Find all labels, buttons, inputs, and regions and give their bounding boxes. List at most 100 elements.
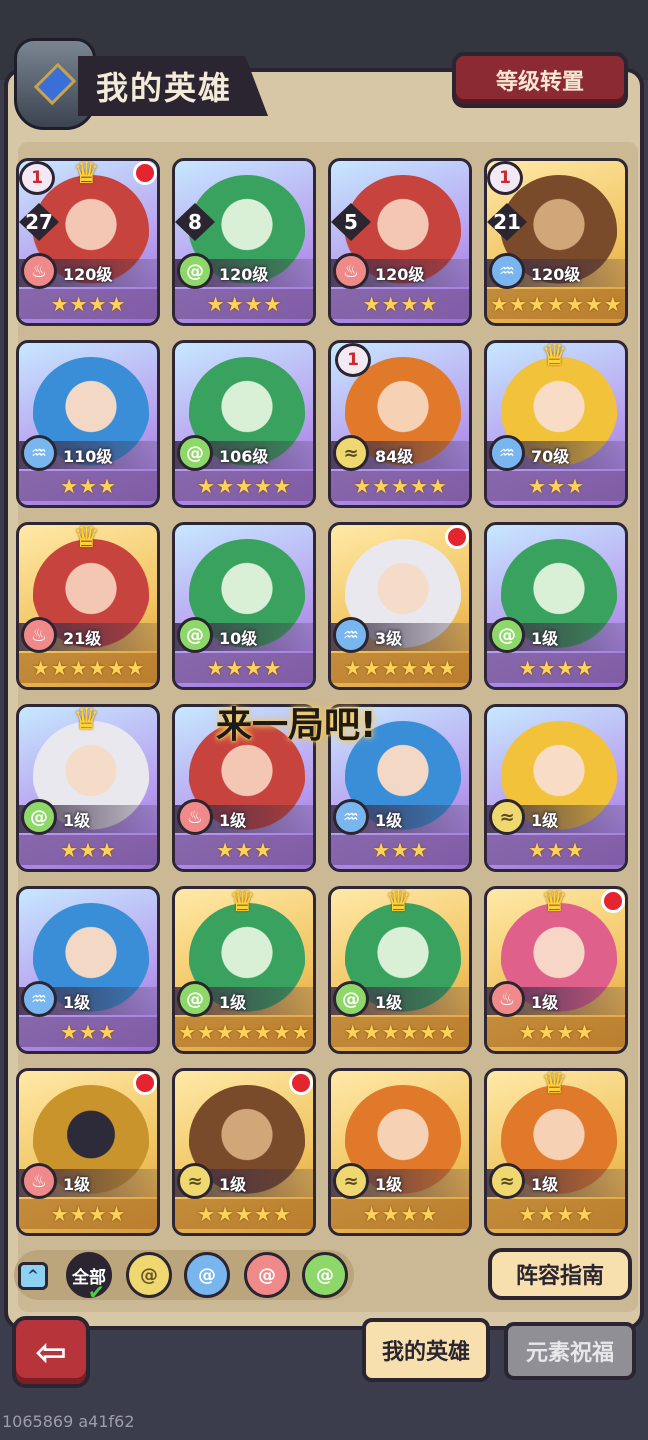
earth-element-icon: ≈	[489, 799, 525, 835]
star-rating: ★ ★ ★ ★	[19, 1199, 157, 1229]
star-icon: ★	[528, 838, 547, 862]
star-icon: ★	[97, 474, 116, 498]
hero-level: 1级	[219, 811, 247, 830]
star-icon: ★	[263, 656, 282, 680]
hero-level: 1级	[375, 993, 403, 1012]
star-icon: ★	[31, 656, 50, 680]
hero-card[interactable]: ♒ 3级 ★ ★ ★ ★ ★ ★	[328, 522, 472, 690]
tab-element-blessing[interactable]: 元素祝福	[504, 1322, 636, 1380]
star-icon: ★	[575, 656, 594, 680]
hero-card[interactable]: ♛ @1级 ★ ★ ★ ★ ★ ★	[328, 886, 472, 1054]
star-rating: ★ ★ ★ ★ ★ ★ ★	[175, 1017, 313, 1047]
filter-wind-button[interactable]: @	[302, 1252, 348, 1298]
crown-icon: ♛	[541, 1068, 568, 1101]
star-icon: ★	[556, 656, 575, 680]
star-icon: ★	[565, 838, 584, 862]
hero-card[interactable]: 1 21 ♒ 120级 ★ ★ ★ ★ ★ ★ ★	[484, 158, 628, 326]
fire-element-icon: ♨	[489, 981, 525, 1017]
star-icon: ★	[244, 292, 263, 316]
build-id-text: 1065869 a41f62	[2, 1412, 135, 1431]
water-element-icon: ♒	[333, 799, 369, 835]
star-icon: ★	[565, 292, 584, 316]
crown-icon: ♛	[229, 886, 256, 919]
star-icon: ★	[79, 474, 97, 498]
tab-my-heroes[interactable]: 我的英雄	[362, 1318, 490, 1382]
hero-card[interactable]: 5 ♨ 120级 ★ ★ ★ ★	[328, 158, 472, 326]
star-icon: ★	[60, 1020, 79, 1044]
star-icon: ★	[272, 1020, 291, 1044]
hero-card[interactable]: ♒ 110级 ★ ★ ★	[16, 340, 160, 508]
star-icon: ★	[253, 474, 272, 498]
star-rating: ★ ★ ★	[19, 835, 157, 865]
hero-card[interactable]: ≈1级 ★ ★ ★ ★ ★	[172, 1068, 316, 1236]
star-icon: ★	[400, 656, 419, 680]
level-transfer-button[interactable]: 等级转置	[452, 52, 628, 108]
star-rating: ★ ★ ★ ★	[19, 289, 157, 319]
hero-card[interactable]: ♛ ♨ 21级 ★ ★ ★ ★ ★ ★	[16, 522, 160, 690]
hero-card[interactable]: @1级 ★ ★ ★ ★	[484, 522, 628, 690]
hero-card[interactable]: ♒ 1级 ★ ★ ★	[16, 886, 160, 1054]
star-icon: ★	[381, 1202, 400, 1226]
crown-icon: ♛	[73, 522, 100, 555]
star-icon: ★	[225, 292, 244, 316]
star-icon: ★	[584, 292, 603, 316]
hero-card[interactable]: ♛ @1级 ★ ★ ★ ★ ★ ★ ★	[172, 886, 316, 1054]
hero-level: 70级	[531, 447, 570, 466]
hero-level: 120级	[375, 265, 425, 284]
play-prompt-text: 来一局吧!	[216, 705, 377, 746]
star-icon: ★	[547, 474, 565, 498]
filter-earth-button[interactable]: @	[126, 1252, 172, 1298]
hero-card[interactable]: 8 @120级 ★ ★ ★ ★	[172, 158, 316, 326]
star-icon: ★	[509, 292, 528, 316]
star-rating: ★ ★ ★ ★	[175, 653, 313, 683]
collapse-toggle-button[interactable]: ^	[18, 1262, 48, 1290]
hero-card[interactable]: ♛ @1级 ★ ★ ★	[16, 704, 160, 872]
notification-dot	[133, 161, 157, 185]
star-icon: ★	[272, 474, 291, 498]
hero-card[interactable]: ≈1级 ★ ★ ★	[484, 704, 628, 872]
hero-card[interactable]: ≈1级 ★ ★ ★ ★	[328, 1068, 472, 1236]
back-button[interactable]: ⇦	[12, 1316, 90, 1388]
star-icon: ★	[528, 292, 547, 316]
star-rating: ★ ★ ★ ★ ★ ★ ★	[487, 289, 625, 319]
filter-fire-button[interactable]: @	[244, 1252, 290, 1298]
hero-card[interactable]: 1 ≈84级 ★ ★ ★ ★ ★	[328, 340, 472, 508]
star-icon: ★	[518, 1202, 537, 1226]
star-icon: ★	[362, 292, 381, 316]
star-rating: ★ ★ ★	[331, 835, 469, 865]
back-arrow-icon: ⇦	[35, 1330, 67, 1374]
star-icon: ★	[107, 656, 126, 680]
star-icon: ★	[400, 1202, 419, 1226]
hero-card[interactable]: ♛ ♨ 1级 ★ ★ ★ ★	[484, 886, 628, 1054]
wind-element-icon: @	[21, 799, 57, 835]
crown-icon: ♛	[73, 704, 100, 737]
star-icon: ★	[235, 1202, 253, 1226]
notification-dot	[133, 1071, 157, 1095]
rank-badge: 1	[335, 343, 371, 377]
star-icon: ★	[537, 656, 556, 680]
hero-card[interactable]: @10级 ★ ★ ★ ★	[172, 522, 316, 690]
water-element-icon: ♒	[489, 253, 525, 289]
star-icon: ★	[438, 1020, 457, 1044]
star-icon: ★	[178, 1020, 197, 1044]
lineup-guide-button[interactable]: 阵容指南	[488, 1248, 632, 1300]
hero-card[interactable]: ♛ ≈1级 ★ ★ ★ ★	[484, 1068, 628, 1236]
star-icon: ★	[197, 1020, 216, 1044]
hero-card[interactable]: @106级 ★ ★ ★ ★ ★	[172, 340, 316, 508]
notification-dot	[601, 889, 625, 913]
hero-card[interactable]: ♛ 1 27 ♨ 120级 ★ ★ ★ ★	[16, 158, 160, 326]
hero-level: 1级	[531, 993, 559, 1012]
star-icon: ★	[69, 292, 88, 316]
hero-level: 1级	[531, 1175, 559, 1194]
wind-element-icon: @	[177, 253, 213, 289]
star-rating: ★ ★ ★ ★	[487, 653, 625, 683]
star-icon: ★	[518, 656, 537, 680]
hero-card[interactable]: ♨ 1级 ★ ★ ★ ★	[16, 1068, 160, 1236]
star-icon: ★	[253, 1202, 272, 1226]
hero-level: 1级	[375, 1175, 403, 1194]
star-rating: ★ ★ ★ ★ ★ ★	[331, 1017, 469, 1047]
star-icon: ★	[518, 1020, 537, 1044]
hero-card[interactable]: ♛ ♒ 70级 ★ ★ ★	[484, 340, 628, 508]
filter-water-button[interactable]: @	[184, 1252, 230, 1298]
earth-element-icon: ≈	[489, 1163, 525, 1199]
